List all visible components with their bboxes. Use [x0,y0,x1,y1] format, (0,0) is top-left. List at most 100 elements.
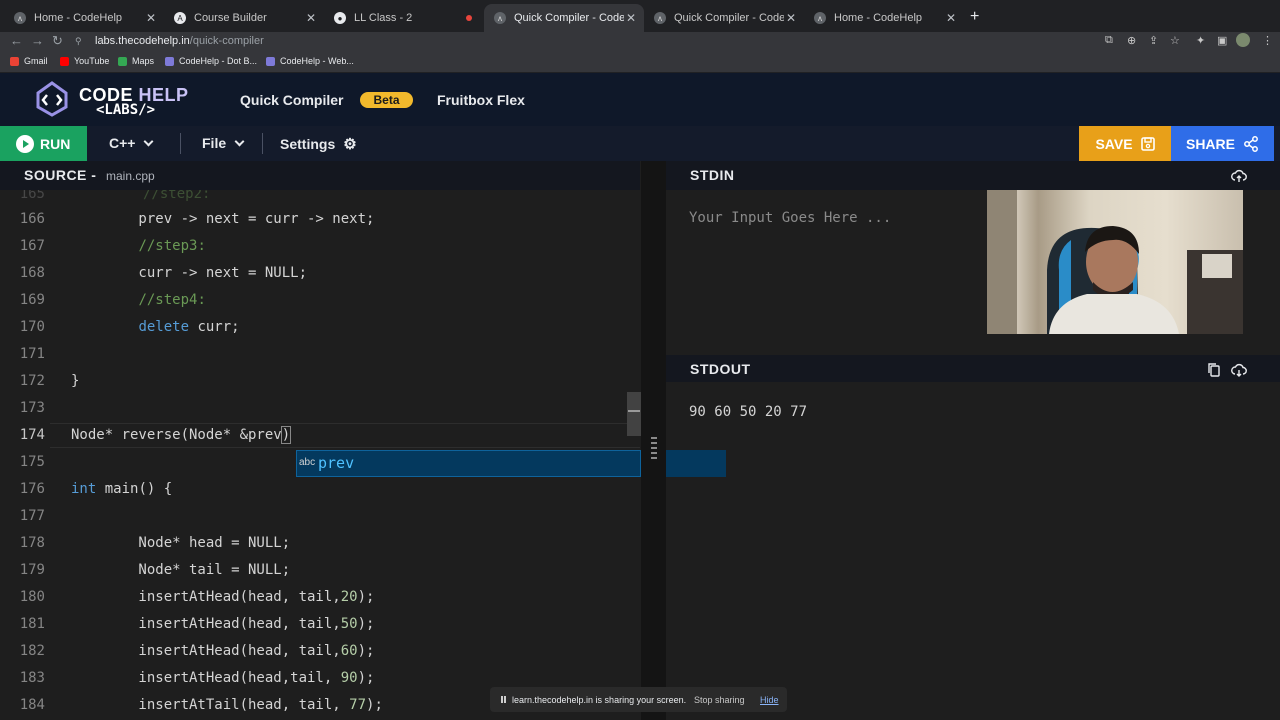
share-page-icon[interactable]: ⇪ [1149,34,1158,47]
source-panel-header: SOURCE - main.cpp [0,161,640,190]
extensions-icon[interactable]: ✦ [1196,34,1205,47]
bookmark-codehelp-web[interactable]: CodeHelp - Web... [266,56,354,66]
line-number: 170 [19,319,45,335]
browser-tab-active[interactable]: ʌ Quick Compiler - CodeHelp La ✕ [484,4,644,32]
code-line: insertAtHead(head, tail,20); [71,589,375,605]
settings-button[interactable]: Settings ⚙ [280,135,357,153]
code-line: delete curr; [138,319,240,335]
codehelp-logo-icon[interactable] [32,81,72,117]
site-info-icon[interactable]: ⚲ [75,36,82,47]
share-message: learn.thecodehelp.in is sharing your scr… [512,695,687,705]
close-icon[interactable]: ✕ [144,11,158,25]
share-button[interactable]: SHARE [1171,126,1274,161]
tab-label: Quick Compiler - CodeHelp La [514,12,624,24]
line-number: 175 [19,454,45,470]
line-number: 179 [19,562,45,578]
tab-label: Quick Compiler - CodeHelp La [674,12,784,24]
code-line-current: Node* reverse(Node* &prev) [71,426,292,444]
install-icon[interactable]: ⧉ [1105,34,1113,47]
url-field[interactable]: labs.thecodehelp.in/quick-compiler [95,35,264,47]
line-number: 169 [19,292,45,308]
zoom-icon[interactable]: ⊕ [1127,34,1136,47]
file-dropdown[interactable]: File [202,135,245,151]
menu-icon[interactable]: ⋮ [1262,34,1273,47]
autocomplete-kind-label: abc [299,457,316,468]
language-dropdown[interactable]: C++ [109,135,154,151]
bookmark-maps[interactable]: Maps [118,56,154,66]
app-header: CODE HELP <LABS/> Quick Compiler Beta Fr… [0,73,1280,126]
autocomplete-word[interactable]: prev [318,454,354,472]
line-number: 177 [19,508,45,524]
line-number: 182 [19,643,45,659]
beta-badge: Beta [360,92,413,108]
upload-cloud-icon[interactable] [1231,168,1247,184]
code-line: insertAtTail(head, tail, 77); [71,697,383,713]
tab-label: Home - CodeHelp [834,12,923,24]
codehelp-favicon-icon: ʌ [14,12,26,24]
pause-icon [501,696,506,703]
new-tab-icon[interactable]: + [970,8,979,26]
line-number: 183 [19,670,45,686]
address-bar: ← → ↻ ⚲ labs.thecodehelp.in/quick-compil… [0,32,1280,52]
bookmark-codehelp-dotb[interactable]: CodeHelp - Dot B... [165,56,257,66]
hide-button[interactable]: Hide [760,695,779,705]
code-line: insertAtHead(head, tail,60); [71,643,375,659]
codehelp-icon [266,56,275,66]
code-line: //step4: [138,292,206,308]
close-icon[interactable]: ✕ [304,11,318,25]
download-cloud-icon[interactable] [1231,362,1247,378]
run-button[interactable]: RUN [0,126,87,161]
stdout-panel-header: STDOUT [666,355,1280,382]
browser-tab[interactable]: ʌ Home - CodeHelp ✕ [4,4,164,32]
source-filename: main.cpp [106,169,155,183]
line-number: 181 [19,616,45,632]
codehelp-icon [165,56,174,66]
stdin-title: STDIN [690,167,735,183]
settings-label: Settings [280,136,336,152]
close-icon[interactable]: ✕ [624,11,638,25]
copy-icon[interactable] [1206,362,1222,378]
reload-icon[interactable]: ↻ [52,33,63,49]
browser-tab[interactable]: ● LL Class - 2 [324,4,484,32]
file-label: File [202,135,227,151]
browser-tab[interactable]: A Course Builder ✕ [164,4,324,32]
play-icon [16,134,34,153]
close-icon[interactable]: ✕ [784,11,798,25]
line-number: 166 [19,211,45,227]
browser-tab[interactable]: ʌ Home - CodeHelp ✕ [804,4,964,32]
code-line: int main() { [71,481,173,497]
back-icon[interactable]: ← [10,33,23,48]
floppy-disk-icon [1140,136,1155,151]
stdout-output[interactable]: 90 60 50 20 77 [666,382,1280,720]
bookmark-star-icon[interactable]: ☆ [1170,34,1180,47]
screen-share-bar: learn.thecodehelp.in is sharing your scr… [490,687,787,712]
line-number: 165 [19,190,45,202]
nav-quick-compiler[interactable]: Quick Compiler [240,92,343,108]
drag-handle-icon[interactable] [651,437,657,467]
bookmark-youtube[interactable]: YouTube [60,56,109,66]
autocomplete-overflow-highlight [666,450,726,477]
save-button[interactable]: SAVE [1079,126,1171,161]
bookmark-label: CodeHelp - Web... [280,56,354,66]
bookmark-gmail[interactable]: Gmail [10,56,48,66]
chevron-down-icon [144,136,154,146]
stdin-panel-header: STDIN [666,161,1280,190]
nav-fruitbox-flex[interactable]: Fruitbox Flex [437,92,525,108]
stop-sharing-button[interactable]: Stop sharing [694,695,745,705]
editor-scrollbar[interactable] [627,392,641,436]
browser-tab[interactable]: ʌ Quick Compiler - CodeHelp La ✕ [644,4,804,32]
profile-avatar[interactable] [1236,33,1250,47]
side-panel-icon[interactable]: ▣ [1217,34,1227,47]
url-host: labs.thecodehelp.in [95,35,190,47]
webcam-overlay [987,190,1243,334]
code-line: insertAtHead(head,tail, 90); [71,670,375,686]
line-number: 168 [19,265,45,281]
stdout-title: STDOUT [690,361,751,377]
presenter-video [987,190,1243,334]
line-number: 180 [19,589,45,605]
tab-label: Home - CodeHelp [34,12,123,24]
close-icon[interactable]: ✕ [944,11,958,25]
forward-icon[interactable]: → [31,33,44,48]
logo-labs-text: <LABS/> [96,102,156,118]
code-line: prev -> next = curr -> next; [71,211,375,227]
